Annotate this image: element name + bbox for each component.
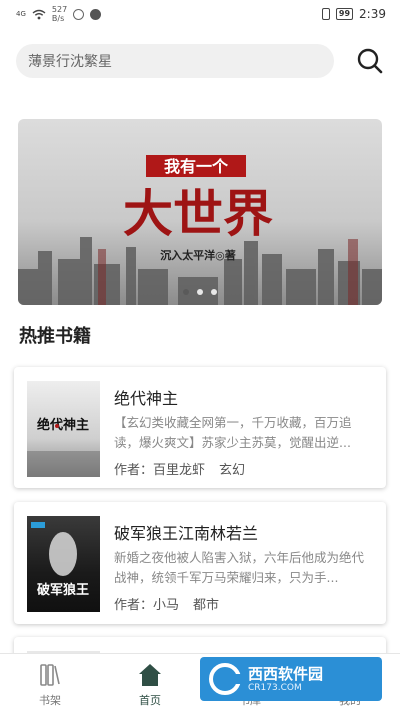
author-name: 小马: [153, 598, 180, 613]
book-cover: 破军狼王: [27, 516, 100, 612]
nav-label: 书架: [39, 694, 61, 707]
status-bar: 4G 527 B/s 99 2:39: [0, 0, 400, 28]
speed-value: 527: [51, 5, 68, 14]
book-category: 都市: [193, 598, 220, 613]
carousel-indicator: [183, 289, 217, 295]
watermark-icon: [209, 663, 242, 695]
network-indicator: 4G: [16, 10, 26, 18]
home-icon: [139, 664, 161, 686]
search-bar: 薄景行沈繁星: [16, 44, 384, 78]
watermark-url: CR173.COM: [248, 683, 302, 693]
book-category: 玄幻: [219, 463, 246, 478]
carousel-dot[interactable]: [183, 289, 189, 295]
author-info: 作者：小马: [114, 594, 179, 613]
banner-carousel[interactable]: 我有一个 大世界 沉入太平洋◎著: [18, 119, 382, 305]
notification-icon: [73, 8, 85, 20]
book-title: 绝代神主: [114, 389, 179, 408]
book-card[interactable]: 破军狼王 破军狼王江南林若兰 新婚之夜他被人陷害入狱，六年后他成为绝代战神，统领…: [14, 502, 386, 624]
book-cover: 绝代神主: [27, 381, 100, 477]
banner-tag: 我有一个: [164, 157, 229, 176]
book-description: 新婚之夜他被人陷害入狱，六年后他成为绝代战神，统领千军万马荣耀归来，只为手...: [114, 550, 365, 585]
section-title: 热推书籍: [19, 326, 91, 347]
bookshelf-icon: [40, 664, 60, 686]
nav-item-home[interactable]: 首页: [100, 654, 200, 711]
carousel-dot[interactable]: [211, 289, 217, 295]
network-speed: 527 B/s: [52, 5, 67, 23]
book-description: 【玄幻类收藏全网第一，千万收藏，百万追读，爆火爽文】苏家少主苏莫，觉醒出逆...: [114, 415, 352, 450]
author-label: 作者：: [114, 598, 154, 613]
nav-item-bookshelf[interactable]: 书架: [0, 654, 100, 711]
author-label: 作者：: [114, 463, 154, 478]
clock: 2:39: [359, 7, 386, 21]
search-icon[interactable]: [356, 47, 384, 75]
banner-image: 我有一个 大世界 沉入太平洋◎著: [18, 155, 382, 305]
message-icon: [90, 8, 102, 20]
battery-icon: 99: [335, 8, 354, 20]
status-right: 99 2:39: [321, 7, 386, 21]
cover-art: 绝代神主: [27, 417, 100, 477]
cover-art: 破军狼王: [31, 522, 89, 598]
speed-unit: B/s: [51, 14, 65, 23]
author-name: 百里龙虾: [153, 463, 206, 478]
book-meta: 作者：小马 都市: [114, 594, 219, 613]
status-left: 4G 527 B/s: [16, 5, 102, 23]
book-title: 破军狼王江南林若兰: [114, 524, 259, 543]
vibrate-icon: [321, 8, 330, 20]
banner-author: 沉入太平洋◎著: [160, 248, 236, 262]
cover-title: 破军狼王: [37, 582, 89, 598]
book-meta: 作者：百里龙虾 玄幻: [114, 459, 245, 478]
wifi-icon: [32, 9, 46, 19]
search-input[interactable]: 薄景行沈繁星: [16, 44, 334, 78]
watermark-logo: 西西软件园 CR173.COM: [200, 657, 382, 701]
author-info: 作者：百里龙虾: [114, 459, 205, 478]
banner-title: 大世界: [123, 184, 273, 243]
carousel-dot[interactable]: [197, 289, 203, 295]
nav-label: 首页: [139, 694, 161, 707]
book-card[interactable]: 绝代神主 绝代神主 【玄幻类收藏全网第一，千万收藏，百万追读，爆火爽文】苏家少主…: [14, 367, 386, 488]
cover-title: 绝代神主: [37, 417, 89, 433]
watermark-name: 西西软件园: [248, 665, 324, 683]
